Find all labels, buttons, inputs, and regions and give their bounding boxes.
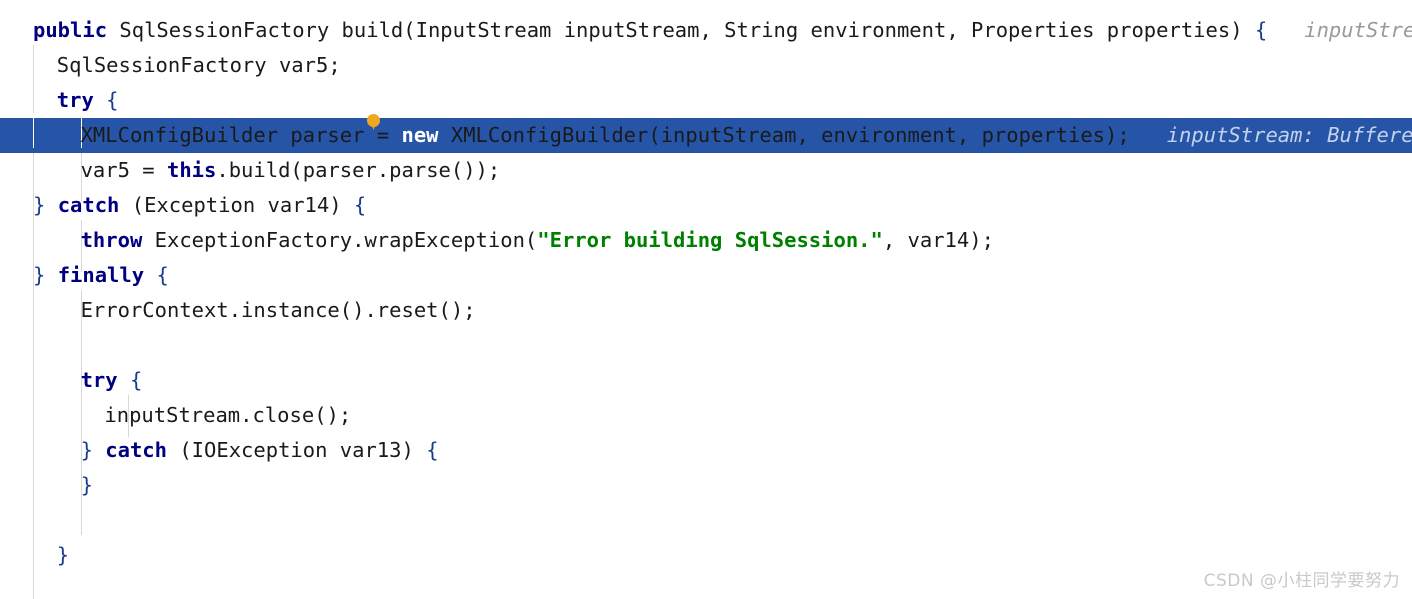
code-line[interactable]: try { bbox=[0, 363, 1412, 398]
code-token-kw: public bbox=[33, 18, 108, 42]
code-line[interactable] bbox=[0, 503, 1412, 538]
code-token-plain: XMLConfigBuilder(inputStream, environmen… bbox=[438, 123, 1130, 147]
code-line-text: XMLConfigBuilder parser = new XMLConfigB… bbox=[0, 118, 1412, 153]
code-token-kw-sel: new bbox=[401, 123, 439, 147]
code-line[interactable] bbox=[0, 328, 1412, 363]
code-line-text: } bbox=[0, 538, 1412, 573]
code-line-text: SqlSessionFactory var5; bbox=[0, 48, 1412, 83]
code-token-plain: inputStream.close(); bbox=[104, 403, 352, 427]
code-token-brace: { bbox=[353, 193, 367, 217]
code-token-plain: , var14); bbox=[882, 228, 994, 252]
editor-caret-marker bbox=[367, 114, 380, 130]
code-token-brace: } bbox=[80, 438, 106, 462]
code-line[interactable]: public SqlSessionFactory build(InputStre… bbox=[0, 13, 1412, 48]
code-token-brace: } bbox=[33, 193, 58, 217]
code-token-plain: .build(parser.parse()); bbox=[216, 158, 501, 182]
code-line-text: } catch (IOException var13) { bbox=[0, 433, 1412, 468]
code-token-brace: { bbox=[156, 263, 169, 287]
code-token-plain: var5 = bbox=[80, 158, 167, 182]
code-token-plain: (Exception var14) bbox=[119, 193, 354, 217]
code-token-brace: } bbox=[56, 543, 70, 567]
code-token-brace: } bbox=[80, 473, 93, 497]
code-line[interactable]: } finally { bbox=[0, 258, 1412, 293]
code-token-brace: { bbox=[106, 88, 119, 112]
code-token-brace: { bbox=[426, 438, 439, 462]
code-line[interactable]: inputStream.close(); bbox=[0, 398, 1412, 433]
code-line-text: try { bbox=[0, 83, 1412, 118]
code-token-kw: this bbox=[167, 158, 217, 182]
code-token-plain: ErrorContext.instance().reset(); bbox=[80, 298, 476, 322]
code-token-hint: inputStream: bbox=[1304, 18, 1412, 42]
code-line-text: public SqlSessionFactory build(InputStre… bbox=[0, 13, 1412, 48]
code-token-brace: { bbox=[129, 368, 143, 392]
code-token-plain: ExceptionFactory.wrapException( bbox=[142, 228, 538, 252]
code-line-text: inputStream.close(); bbox=[0, 398, 1412, 433]
code-token-plain: SqlSessionFactory var5; bbox=[56, 53, 341, 77]
code-line-text: } bbox=[0, 468, 1412, 503]
code-editor-viewport[interactable]: public SqlSessionFactory build(InputStre… bbox=[0, 0, 1412, 599]
code-line-text: throw ExceptionFactory.wrapException("Er… bbox=[0, 223, 1412, 258]
code-line[interactable]: ErrorContext.instance().reset(); bbox=[0, 293, 1412, 328]
code-line[interactable]: SqlSessionFactory var5; bbox=[0, 48, 1412, 83]
code-line[interactable]: } catch (Exception var14) { bbox=[0, 188, 1412, 223]
code-line-text: try { bbox=[0, 363, 1412, 398]
code-token-brace: } bbox=[33, 263, 58, 287]
code-token-kw: try bbox=[80, 368, 118, 392]
code-token-kw: throw bbox=[80, 228, 143, 252]
code-line[interactable]: } bbox=[0, 538, 1412, 573]
code-line[interactable]: } catch (IOException var13) { bbox=[0, 433, 1412, 468]
code-line-text: var5 = this.build(parser.parse()); bbox=[0, 153, 1412, 188]
code-token-kw: try bbox=[56, 88, 94, 112]
code-line[interactable]: var5 = this.build(parser.parse()); bbox=[0, 153, 1412, 188]
code-line-selected[interactable]: XMLConfigBuilder parser = new XMLConfigB… bbox=[0, 118, 1412, 153]
code-token-plain: XMLConfigBuilder parser = bbox=[80, 123, 402, 147]
code-token-str: "Error building SqlSession." bbox=[537, 228, 883, 252]
code-token-plain: SqlSessionFactory build(InputStream inpu… bbox=[107, 18, 1255, 42]
code-line[interactable]: throw ExceptionFactory.wrapException("Er… bbox=[0, 223, 1412, 258]
code-token-kw: catch bbox=[105, 438, 167, 462]
code-token-hint-sel: inputStream: Buffere bbox=[1129, 123, 1412, 147]
csdn-watermark: CSDN @小柱同学要努力 bbox=[1203, 571, 1400, 591]
code-line-text: } catch (Exception var14) { bbox=[0, 188, 1412, 223]
code-line[interactable]: } bbox=[0, 468, 1412, 503]
code-line-text: ErrorContext.instance().reset(); bbox=[0, 293, 1412, 328]
code-token-kw: catch bbox=[57, 193, 120, 217]
code-line-text: } finally { bbox=[0, 258, 1412, 293]
code-token-kw: finally bbox=[57, 263, 145, 287]
code-token-brace: { bbox=[1254, 18, 1268, 42]
code-token-plain: (IOException var13) bbox=[167, 438, 427, 462]
code-line[interactable]: try { bbox=[0, 83, 1412, 118]
